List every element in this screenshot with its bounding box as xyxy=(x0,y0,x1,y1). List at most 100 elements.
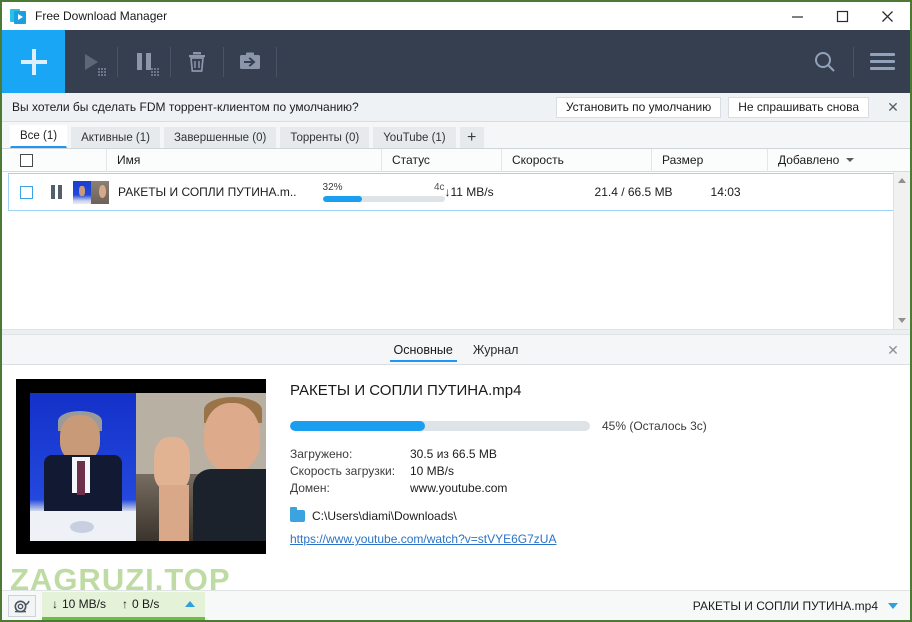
pause-download-button[interactable] xyxy=(118,30,170,93)
tab-log[interactable]: Журнал xyxy=(463,335,529,365)
tab-torrents[interactable]: Торренты (0) xyxy=(280,127,370,148)
title-bar: Free Download Manager xyxy=(2,2,910,30)
upload-arrow-icon: ↑ xyxy=(122,597,129,611)
details-body: РАКЕТЫ И СОПЛИ ПУТИНА.mp4 45% (Осталось … xyxy=(2,365,910,554)
row-file-name: РАКЕТЫ И СОПЛИ ПУТИНА.m.. xyxy=(118,185,297,199)
row-progress-percent: 32% xyxy=(322,182,343,193)
details-progress-bar xyxy=(290,421,590,431)
details-folder-path[interactable]: C:\Users\diami\Downloads\ xyxy=(290,507,890,523)
column-header-speed[interactable]: Скорость xyxy=(502,148,652,172)
column-header-status[interactable]: Статус xyxy=(382,148,502,172)
detail-value: www.youtube.com xyxy=(410,481,508,495)
checkbox-icon xyxy=(19,185,33,199)
column-header-added[interactable]: Добавлено xyxy=(768,149,910,172)
play-dots-icon xyxy=(98,68,107,77)
minimize-icon[interactable] xyxy=(775,2,820,30)
add-download-button[interactable] xyxy=(2,30,65,93)
column-header-added-label: Добавлено xyxy=(778,153,840,167)
row-added-time: 14:03 xyxy=(710,185,741,199)
snail-icon[interactable] xyxy=(8,594,36,617)
list-scrollbar[interactable] xyxy=(893,172,910,329)
details-info: РАКЕТЫ И СОПЛИ ПУТИНА.mp4 45% (Осталось … xyxy=(290,379,910,554)
plus-icon xyxy=(20,48,47,75)
maximize-icon[interactable] xyxy=(820,2,865,30)
checkbox-icon xyxy=(20,153,33,167)
tab-all[interactable]: Все (1) xyxy=(10,125,68,148)
add-tab-button[interactable]: + xyxy=(459,127,484,148)
set-default-button[interactable]: Установить по умолчанию xyxy=(555,96,722,118)
table-row[interactable]: РАКЕТЫ И СОПЛИ ПУТИНА.m.. 32% 4c ↓11 MB/… xyxy=(8,173,894,211)
download-list: Имя Статус Скорость Размер Добавлено РАК… xyxy=(2,148,910,329)
detail-key: Домен: xyxy=(290,481,330,495)
scroll-down-icon[interactable] xyxy=(894,312,911,329)
column-header-name[interactable]: Имя xyxy=(107,148,382,172)
close-icon[interactable] xyxy=(865,2,910,30)
pause-icon[interactable] xyxy=(43,185,69,199)
details-close-icon[interactable]: ✕ xyxy=(876,335,910,365)
download-arrow-icon xyxy=(10,8,27,25)
filter-tabs: Все (1) Активные (1) Завершенные (0) Тор… xyxy=(2,122,910,149)
details-progress-row: 45% (Осталось 3c) xyxy=(290,419,890,433)
app-window: Free Download Manager Вы хотели бы сдела… xyxy=(0,0,912,622)
detail-key: Загружено: xyxy=(290,447,353,461)
download-speed: ↓ 10 MB/s xyxy=(52,597,106,611)
details-path-text: C:\Users\diami\Downloads\ xyxy=(312,509,457,523)
detail-key: Скорость загрузки: xyxy=(290,464,396,478)
download-arrow-icon: ↓ xyxy=(52,597,58,611)
window-controls xyxy=(775,2,910,30)
detail-row: Домен: www.youtube.com xyxy=(290,480,890,497)
list-header: Имя Статус Скорость Размер Добавлено xyxy=(2,148,910,172)
notification-message: Вы хотели бы сделать FDM торрент-клиенто… xyxy=(12,100,359,114)
row-checkbox[interactable] xyxy=(9,185,43,199)
row-eta: 4c xyxy=(433,182,445,193)
detail-value: 10 MB/s xyxy=(410,464,455,478)
toolbar-actions xyxy=(65,30,277,93)
upload-speed-value: 0 B/s xyxy=(132,597,160,611)
detail-value: 30.5 из 66.5 MB xyxy=(410,447,497,461)
status-bar: ↓ 10 MB/s ↑ 0 B/s РАКЕТЫ И СОПЛИ ПУТИНА.… xyxy=(2,590,910,620)
detail-row: Скорость загрузки: 10 MB/s xyxy=(290,463,890,480)
detail-row: Загружено: 30.5 из 66.5 MB xyxy=(290,446,890,463)
column-header-size[interactable]: Размер xyxy=(652,148,768,172)
chevron-down-icon xyxy=(846,158,855,162)
speed-indicator[interactable]: ↓ 10 MB/s ↑ 0 B/s xyxy=(42,591,206,620)
row-speed: ↓11 MB/s xyxy=(444,185,494,199)
upload-speed: ↑ 0 B/s xyxy=(122,597,159,611)
folder-icon xyxy=(290,507,305,522)
tab-youtube[interactable]: YouTube (1) xyxy=(373,127,456,148)
window-title: Free Download Manager xyxy=(35,9,168,23)
details-source-url[interactable]: https://www.youtube.com/watch?v=stVYE6G7… xyxy=(290,532,890,546)
scroll-up-icon[interactable] xyxy=(894,172,911,189)
list-rows: РАКЕТЫ И СОПЛИ ПУТИНА.m.. 32% 4c ↓11 MB/… xyxy=(2,173,910,211)
move-download-button[interactable] xyxy=(224,30,276,93)
details-fields: Загружено: 30.5 из 66.5 MB Скорость загр… xyxy=(290,446,890,497)
tab-active[interactable]: Активные (1) xyxy=(71,127,160,148)
pause-dots-icon xyxy=(151,68,160,77)
toolbar-right xyxy=(797,30,910,93)
select-all-checkbox[interactable] xyxy=(2,148,107,172)
row-progress-bar xyxy=(322,196,445,202)
download-speed-value: 10 MB/s xyxy=(62,597,107,611)
search-icon[interactable] xyxy=(797,30,853,93)
chevron-up-icon[interactable] xyxy=(185,601,196,607)
notification-actions: Установить по умолчанию Не спрашивать сн… xyxy=(555,93,910,122)
details-tabs: Основные Журнал ✕ xyxy=(2,335,910,365)
row-progress: 32% 4c xyxy=(322,182,445,202)
hamburger-menu-icon[interactable] xyxy=(854,30,910,93)
notification-bar: Вы хотели бы сделать FDM торрент-клиенто… xyxy=(2,93,910,122)
notification-close-icon[interactable]: ✕ xyxy=(876,93,910,122)
main-toolbar xyxy=(2,30,910,93)
toolbar-divider xyxy=(276,46,277,77)
status-file-name: РАКЕТЫ И СОПЛИ ПУТИНА.mp4 xyxy=(692,598,878,613)
start-download-button[interactable] xyxy=(65,30,117,93)
video-thumbnail xyxy=(16,379,266,554)
tab-completed[interactable]: Завершенные (0) xyxy=(163,127,277,148)
video-thumbnail xyxy=(73,180,109,204)
status-current-file[interactable]: РАКЕТЫ И СОПЛИ ПУТИНА.mp4 xyxy=(693,599,904,613)
details-progress-text: 45% (Осталось 3c) xyxy=(602,419,707,433)
tab-general[interactable]: Основные xyxy=(384,335,463,365)
delete-download-button[interactable] xyxy=(171,30,223,93)
dont-ask-again-button[interactable]: Не спрашивать снова xyxy=(728,96,869,118)
chevron-down-icon[interactable] xyxy=(888,602,898,609)
details-file-title: РАКЕТЫ И СОПЛИ ПУТИНА.mp4 xyxy=(290,382,522,399)
